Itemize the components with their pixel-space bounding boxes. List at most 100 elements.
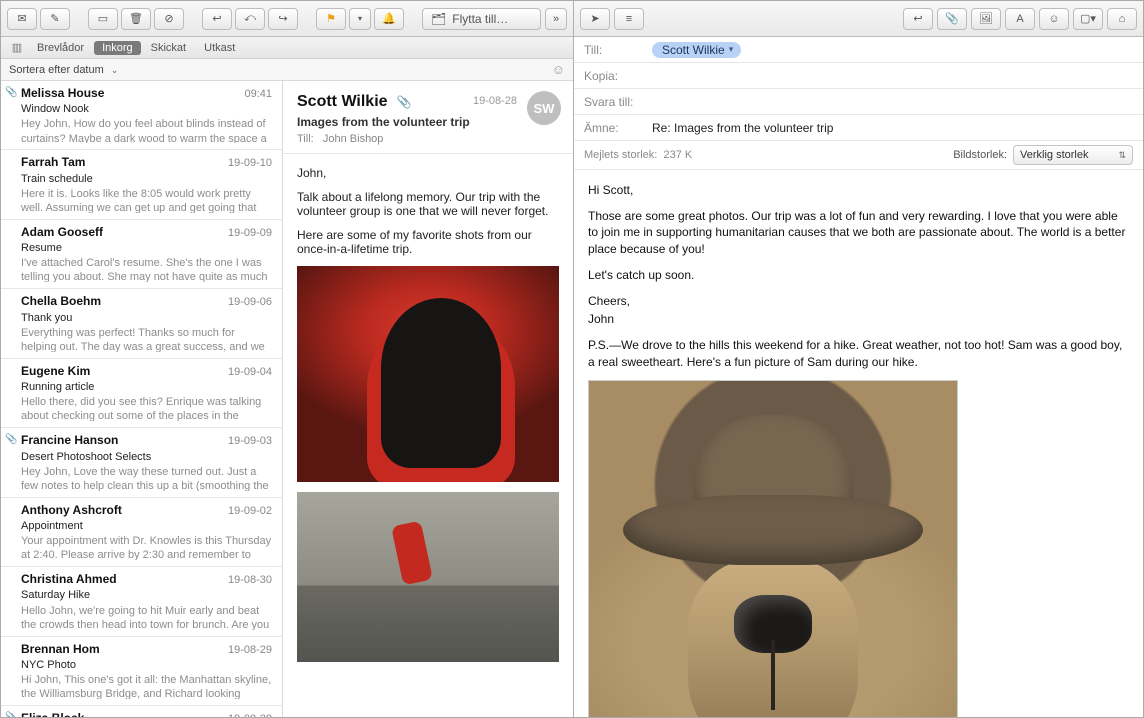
- message-list[interactable]: 📎Melissa House09:41Window NookHey John, …: [1, 81, 283, 717]
- subject-value: Re: Images from the volunteer trip: [652, 121, 833, 135]
- compose-to-field[interactable]: Till: Scott Wilkie ▾: [574, 37, 1143, 63]
- replyto-label: Svara till:: [584, 95, 652, 109]
- message-preview: Here it is. Looks like the 8:05 would wo…: [21, 187, 272, 213]
- compose-cc-field[interactable]: Kopia:: [574, 63, 1143, 89]
- move-to-dropdown[interactable]: 🗂 Flytta till…: [422, 8, 541, 30]
- message-row[interactable]: Christina Ahmed19-08-30Saturday HikeHell…: [1, 567, 282, 636]
- message-sender: Brennan Hom: [21, 642, 100, 657]
- contact-filter-button[interactable]: ☺: [552, 62, 565, 77]
- attachment-icon: 📎: [397, 95, 412, 109]
- reply-button[interactable]: ↩: [202, 8, 232, 30]
- cc-label: Kopia:: [584, 69, 652, 83]
- message-preview: Hello there, did you see this? Enrique w…: [21, 395, 272, 421]
- message-sender: Francine Hanson: [21, 433, 118, 448]
- compose-signoff2: John: [588, 311, 1129, 327]
- reply-icon: ↩: [212, 12, 221, 25]
- message-preview: Hey John, Love the way these turned out.…: [21, 465, 272, 491]
- browse-icon: ⌂: [1119, 13, 1126, 25]
- reply-arrow-button[interactable]: ↩: [903, 8, 933, 30]
- compose-subject-field[interactable]: Ämne: Re: Images from the volunteer trip: [574, 115, 1143, 141]
- message-preview: Everything was perfect! Thanks so much f…: [21, 326, 272, 352]
- sort-dropdown[interactable]: Sortera efter datum ⌄: [9, 64, 118, 76]
- message-sender: Eliza Block: [21, 711, 84, 717]
- header-fields-button[interactable]: ≡: [614, 8, 644, 30]
- message-row[interactable]: Brennan Hom19-08-29NYC PhotoHi John, Thi…: [1, 637, 282, 706]
- emoji-button[interactable]: ☺: [1039, 8, 1069, 30]
- attachment-image-2[interactable]: [297, 492, 559, 662]
- message-sender: Christina Ahmed: [21, 572, 117, 587]
- sidebar-toggle-button[interactable]: ▥: [7, 41, 27, 54]
- markup-button[interactable]: ▢▾: [1073, 8, 1103, 30]
- format-button[interactable]: A: [1005, 8, 1035, 30]
- forward-button[interactable]: ↪: [268, 8, 298, 30]
- flag-button[interactable]: ⚑: [316, 8, 346, 30]
- junk-button[interactable]: ⊘: [154, 8, 184, 30]
- mail-size-value: 237 K: [663, 149, 692, 161]
- attach-button[interactable]: 📎: [937, 8, 967, 30]
- message-subject: Train schedule: [21, 172, 272, 186]
- mailbox-bar: ▥ Brevlådor Inkorg Skickat Utkast: [1, 37, 573, 59]
- trash-icon: 🗑: [129, 12, 143, 25]
- list-icon: ≡: [626, 13, 632, 25]
- attachment-image-1[interactable]: [297, 266, 559, 482]
- message-sender: Chella Boehm: [21, 294, 101, 309]
- message-subject: Appointment: [21, 519, 272, 533]
- compose-ps: P.S.—We drove to the hills this weekend …: [588, 337, 1129, 369]
- archive-button[interactable]: ▭: [88, 8, 118, 30]
- reading-p1: Talk about a lifelong memory. Our trip w…: [297, 190, 559, 218]
- message-row[interactable]: Adam Gooseff19-09-09ResumeI've attached …: [1, 220, 282, 289]
- new-message-button[interactable]: ✎: [40, 8, 70, 30]
- message-row[interactable]: Farrah Tam19-09-10Train scheduleHere it …: [1, 150, 282, 219]
- send-icon: ➤: [590, 12, 599, 25]
- image-size-select[interactable]: Verklig storlek ⇅: [1013, 145, 1133, 165]
- content-split: 📎Melissa House09:41Window NookHey John, …: [1, 81, 573, 717]
- format-icon: A: [1016, 13, 1023, 25]
- message-subject: Desert Photoshoot Selects: [21, 450, 272, 464]
- forward-icon: ↪: [278, 12, 287, 25]
- compose-size-row: Mejlets storlek: 237 K Bildstorlek: Verk…: [574, 141, 1143, 170]
- compose-body[interactable]: Hi Scott, Those are some great photos. O…: [574, 170, 1143, 717]
- message-row[interactable]: 📎Eliza Block19-08-28Team outing successH…: [1, 706, 282, 717]
- delete-button[interactable]: 🗑: [121, 8, 151, 30]
- mailboxes-tab[interactable]: Brevlådor: [29, 41, 92, 55]
- get-mail-button[interactable]: ✉︎: [7, 8, 37, 30]
- recipient-token[interactable]: Scott Wilkie ▾: [652, 42, 741, 58]
- message-sender: Anthony Ashcroft: [21, 503, 122, 518]
- markup-icon: ▢▾: [1080, 12, 1096, 25]
- reply-all-icon: ⤺: [244, 12, 256, 25]
- photo-button[interactable]: 🖼: [971, 8, 1001, 30]
- archive-icon: ▭: [98, 12, 108, 25]
- message-row[interactable]: Eugene Kim19-09-04Running articleHello t…: [1, 359, 282, 428]
- sort-bar: Sortera efter datum ⌄ ☺: [1, 59, 573, 81]
- reply-all-button[interactable]: ⤺: [235, 8, 265, 30]
- reply-icon: ↩: [913, 12, 922, 25]
- message-date: 19-08-30: [228, 573, 272, 587]
- message-date: 09:41: [244, 87, 272, 101]
- message-preview: Your appointment with Dr. Knowles is thi…: [21, 534, 272, 560]
- message-row[interactable]: Anthony Ashcroft19-09-02AppointmentYour …: [1, 498, 282, 567]
- subject-label: Ämne:: [584, 121, 652, 135]
- message-row[interactable]: 📎Melissa House09:41Window NookHey John, …: [1, 81, 282, 150]
- toolbar-overflow-button[interactable]: »: [545, 8, 567, 30]
- compose-attachment-image[interactable]: [588, 380, 958, 717]
- drafts-tab[interactable]: Utkast: [196, 41, 243, 55]
- junk-icon: ⊘: [164, 12, 173, 25]
- message-row[interactable]: Chella Boehm19-09-06Thank youEverything …: [1, 289, 282, 358]
- send-button[interactable]: ➤: [580, 8, 610, 30]
- message-row[interactable]: 📎Francine Hanson19-09-03Desert Photoshoo…: [1, 428, 282, 497]
- chevron-down-icon: ▾: [729, 44, 734, 55]
- compose-greeting: Hi Scott,: [588, 182, 1129, 198]
- browse-button[interactable]: ⌂: [1107, 8, 1137, 30]
- mute-button[interactable]: 🔔: [374, 8, 404, 30]
- compose-replyto-field[interactable]: Svara till:: [574, 89, 1143, 115]
- compose-signoff1: Cheers,: [588, 293, 1129, 309]
- reading-from: Scott Wilkie: [297, 93, 388, 110]
- reading-to-line: Till: John Bishop: [297, 133, 559, 145]
- inbox-tab[interactable]: Inkorg: [94, 41, 141, 55]
- sidebar-icon: ▥: [12, 42, 22, 54]
- message-date: 19-09-06: [228, 295, 272, 309]
- folder-icon: 🗂: [431, 12, 446, 26]
- move-to-label: Flytta till…: [452, 12, 508, 26]
- flag-dropdown[interactable]: ▾: [349, 8, 371, 30]
- sent-tab[interactable]: Skickat: [143, 41, 194, 55]
